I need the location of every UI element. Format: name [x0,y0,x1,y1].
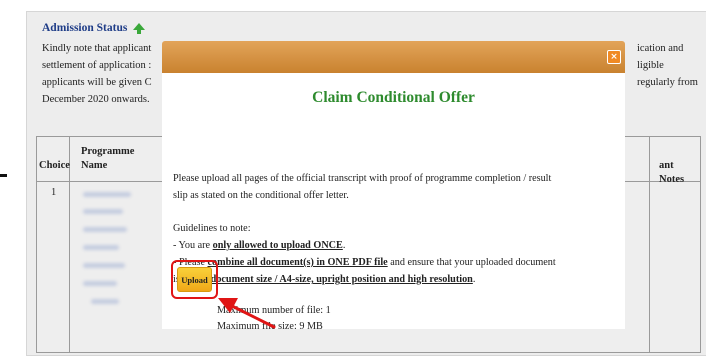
arrow-up-icon [133,23,146,34]
modal-body: Claim Conditional Offer Please upload al… [162,73,625,332]
max-files-note: Maximum number of file: 1 [217,305,331,316]
upload-highlight: Upload [171,260,218,299]
col-programme-header-2: Name [81,160,108,171]
modal-header: × [162,41,625,73]
redacted-text [83,245,119,250]
max-size-note: Maximum file size: 9 MB [217,321,323,332]
close-icon[interactable]: × [607,50,621,64]
redacted-text [83,281,117,286]
bg-line-2-right: ligible [637,60,664,71]
guideline-2-suffix: and ensure that your uploaded document [387,257,556,268]
redacted-text [83,209,123,214]
admission-status-heading: Admission Status [42,22,146,34]
bg-line-3-right: regularly from [637,77,698,88]
bg-line-1-left: Kindly note that applicant [42,43,152,54]
guideline-3-suffix: . [472,274,476,285]
intro-line-1: Please upload all pages of the official … [173,173,552,184]
bg-line-2-left: settlement of application : [42,60,152,71]
guideline-3: is in full document size / A4-size, upri… [173,271,475,288]
bg-line-3-left: applicants will be given C [42,77,152,88]
guideline-1-emphasis: only allowed to upload ONCE [212,240,343,251]
redacted-text [91,299,119,304]
upload-button[interactable]: Upload [177,267,212,292]
col-notes-header: ant Notes [659,160,685,185]
table-row-choice: 1 [51,187,57,198]
bg-line-1-right: ication and [637,43,684,54]
guideline-2: - Please combine all document(s) in ONE … [173,254,556,271]
col-choice-header: Choice [39,160,70,171]
guideline-3-emphasis: in full document size / A4-size, upright… [182,274,473,285]
guideline-1-suffix: . [342,240,346,251]
bg-line-4-left: December 2020 onwards. [42,94,150,105]
guideline-1: - You are only allowed to upload ONCE. [173,237,345,254]
guidelines-heading: Guidelines to note: [173,223,251,234]
table-divider [649,137,650,352]
admission-status-title: Admission Status [42,22,128,34]
guideline-2-emphasis: combine all document(s) in ONE PDF file [207,257,388,268]
claim-offer-modal: × Claim Conditional Offer Please upload … [162,41,625,332]
col-programme-header-1: Programme [81,146,135,157]
modal-title: Claim Conditional Offer [312,89,475,106]
intro-line-2: slip as stated on the conditional offer … [173,190,349,201]
guideline-1-prefix: - You are [173,240,213,251]
redacted-text [83,263,125,268]
redacted-text [83,192,131,197]
edge-dash [0,174,7,177]
redacted-text [83,227,127,232]
